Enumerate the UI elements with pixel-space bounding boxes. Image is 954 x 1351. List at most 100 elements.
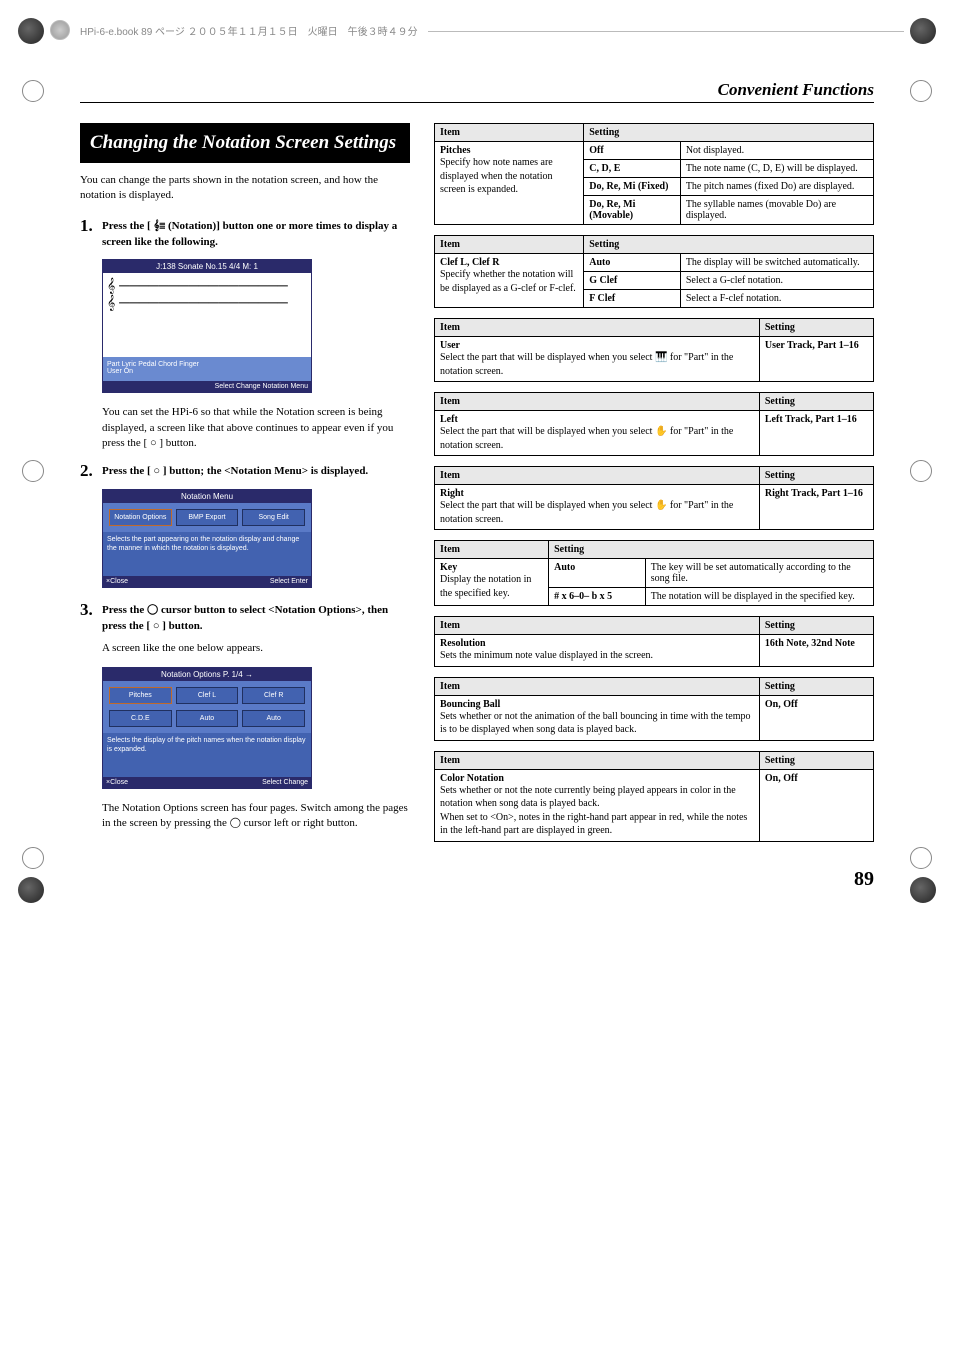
crop-mark-tl	[18, 18, 44, 44]
print-meta-text: HPi-6-e.book 89 ページ ２００５年１１月１５日 火曜日 午後３時…	[80, 23, 418, 38]
mock3-cell-clefl: Clef L	[176, 687, 239, 704]
crop-mark-bl2	[22, 847, 44, 869]
crop-mark-tr2	[910, 80, 932, 102]
mock3-cell-clefr: Clef R	[242, 687, 305, 704]
mock1-title: J:138 Sonate No.15 4/4 M: 1	[103, 260, 311, 273]
th-setting: Setting	[759, 393, 873, 411]
cursor-button-icon-2: ◯	[230, 818, 241, 829]
th-item: Item	[435, 617, 760, 635]
t7-desc: Sets the minimum note value displayed in…	[440, 650, 653, 661]
print-meta-bar: HPi-6-e.book 89 ページ ２００５年１１月１５日 火曜日 午後３時…	[50, 20, 904, 40]
t6-item-name: Key	[440, 562, 457, 573]
t2-r2-setting: G Clef	[584, 272, 681, 290]
th-item: Item	[435, 124, 584, 142]
table-color-notation: ItemSetting Color NotationSets whether o…	[434, 751, 874, 842]
th-setting: Setting	[584, 236, 874, 254]
t9-setting: On, Off	[759, 769, 873, 841]
t1-item-name: Pitches	[440, 145, 471, 156]
t2-r1-desc: The display will be switched automatical…	[680, 254, 873, 272]
mock2-icon-song-edit: Song Edit	[242, 509, 305, 526]
table-left: ItemSetting Left Select the part that wi…	[434, 392, 874, 456]
th-item: Item	[435, 319, 760, 337]
section-intro: You can change the parts shown in the no…	[80, 173, 410, 203]
section-title: Changing the Notation Screen Settings	[80, 123, 410, 163]
th-setting: Setting	[759, 751, 873, 769]
t9-desc: Sets whether or not the note currently b…	[440, 785, 747, 837]
t1-r4-setting: Do, Re, Mi (Movable)	[584, 196, 681, 225]
t7-name: Resolution	[440, 638, 486, 649]
mock1-tabs: Part Lyric Pedal Chord Finger User On	[103, 357, 311, 381]
t1-r3-setting: Do, Re, Mi (Fixed)	[584, 178, 681, 196]
step-3-text: Press the ◯ cursor button to select <Not…	[102, 600, 410, 635]
mock3-desc: Selects the display of the pitch names w…	[103, 733, 311, 777]
mock2-footer-right: Select Enter	[270, 578, 308, 585]
screenshot-notation-options: Notation Options P. 1/4 → Pitches Clef L…	[102, 667, 312, 789]
t6-r1-desc: The key will be set automatically accord…	[645, 559, 873, 588]
crop-mark-br2	[910, 847, 932, 869]
cursor-button-icon: ◯	[147, 605, 158, 616]
table-clef: ItemSetting Clef L, Clef RSpecify whethe…	[434, 235, 874, 308]
left-hand-icon: ✋	[655, 426, 667, 437]
t8-desc: Sets whether or not the animation of the…	[440, 711, 751, 736]
user-part-icon: 🎹	[655, 352, 667, 363]
th-setting: Setting	[584, 124, 874, 142]
mock2-desc: Selects the part appearing on the notati…	[103, 532, 311, 576]
t3-desc: Select the part that will be displayed w…	[440, 352, 733, 377]
mock1-footer-right: Select Change Notation Menu	[215, 383, 308, 390]
th-item: Item	[435, 677, 760, 695]
t2-r1-setting: Auto	[584, 254, 681, 272]
t3-setting: User Track, Part 1–16	[759, 337, 873, 382]
table-bouncing-ball: ItemSetting Bouncing BallSets whether or…	[434, 677, 874, 741]
t4-name: Left	[440, 414, 458, 425]
step-2-number: 2.	[80, 461, 102, 481]
mock2-title: Notation Menu	[103, 490, 311, 503]
mock3-cell-auto2: Auto	[242, 710, 305, 727]
t6-r2-desc: The notation will be displayed in the sp…	[645, 588, 873, 606]
mock3-footer-right: Select Change	[262, 779, 308, 786]
t4-setting: Left Track, Part 1–16	[759, 411, 873, 456]
step-3-number: 3.	[80, 600, 102, 620]
t1-r2-desc: The note name (C, D, E) will be displaye…	[680, 160, 873, 178]
table-key: ItemSetting KeyDisplay the notation in t…	[434, 540, 874, 606]
t1-r2-setting: C, D, E	[584, 160, 681, 178]
step-1-text: Press the [ 𝄞≣ (Notation)] button one or…	[102, 216, 410, 251]
screenshot-notation-menu: Notation Menu Notation Options BMP Expor…	[102, 489, 312, 588]
th-setting: Setting	[759, 467, 873, 485]
mock2-footer-left: ×Close	[106, 578, 128, 585]
crop-mark-bl	[18, 877, 44, 903]
step-3-sub2: The Notation Options screen has four pag…	[102, 801, 410, 832]
screenshot-notation-screen: J:138 Sonate No.15 4/4 M: 1 𝄞 ──────────…	[102, 259, 312, 393]
t7-setting: 16th Note, 32nd Note	[759, 635, 873, 667]
page-header: Convenient Functions	[718, 80, 874, 99]
th-item: Item	[435, 236, 584, 254]
th-setting: Setting	[759, 677, 873, 695]
t1-item-desc: Specify how note names are displayed whe…	[440, 157, 553, 195]
t2-item-desc: Specify whether the notation will be dis…	[440, 269, 576, 294]
th-setting: Setting	[759, 617, 873, 635]
mock3-grid: Pitches Clef L Clef R	[103, 681, 311, 710]
mock3-title: Notation Options P. 1/4 →	[103, 668, 311, 681]
step-1-number: 1.	[80, 216, 102, 236]
notation-button-icon: 𝄞≣	[153, 221, 165, 232]
t5-name: Right	[440, 488, 464, 499]
t2-r3-desc: Select a F-clef notation.	[680, 290, 873, 308]
th-item: Item	[435, 541, 549, 559]
step-3-sub1: A screen like the one below appears.	[102, 641, 410, 656]
t1-r1-setting: Off	[584, 142, 681, 160]
crop-mark-br	[910, 877, 936, 903]
mock2-icons: Notation Options BMP Export Song Edit	[103, 503, 311, 532]
table-pitches: ItemSetting PitchesSpecify how note name…	[434, 123, 874, 225]
t6-item-desc: Display the notation in the specified ke…	[440, 574, 531, 599]
t6-r2-setting: # x 6–0– b x 5	[549, 588, 646, 606]
crop-mark-tl2	[22, 80, 44, 102]
table-user: ItemSetting User Select the part that wi…	[434, 318, 874, 382]
t5-setting: Right Track, Part 1–16	[759, 485, 873, 530]
th-setting: Setting	[549, 541, 874, 559]
th-item: Item	[435, 467, 760, 485]
mock2-icon-notation-options: Notation Options	[109, 509, 172, 526]
crop-mark-tr	[910, 18, 936, 44]
t9-name: Color Notation	[440, 773, 504, 784]
mock3-cell-auto1: Auto	[176, 710, 239, 727]
t2-r3-setting: F Clef	[584, 290, 681, 308]
table-right: ItemSetting Right Select the part that w…	[434, 466, 874, 530]
